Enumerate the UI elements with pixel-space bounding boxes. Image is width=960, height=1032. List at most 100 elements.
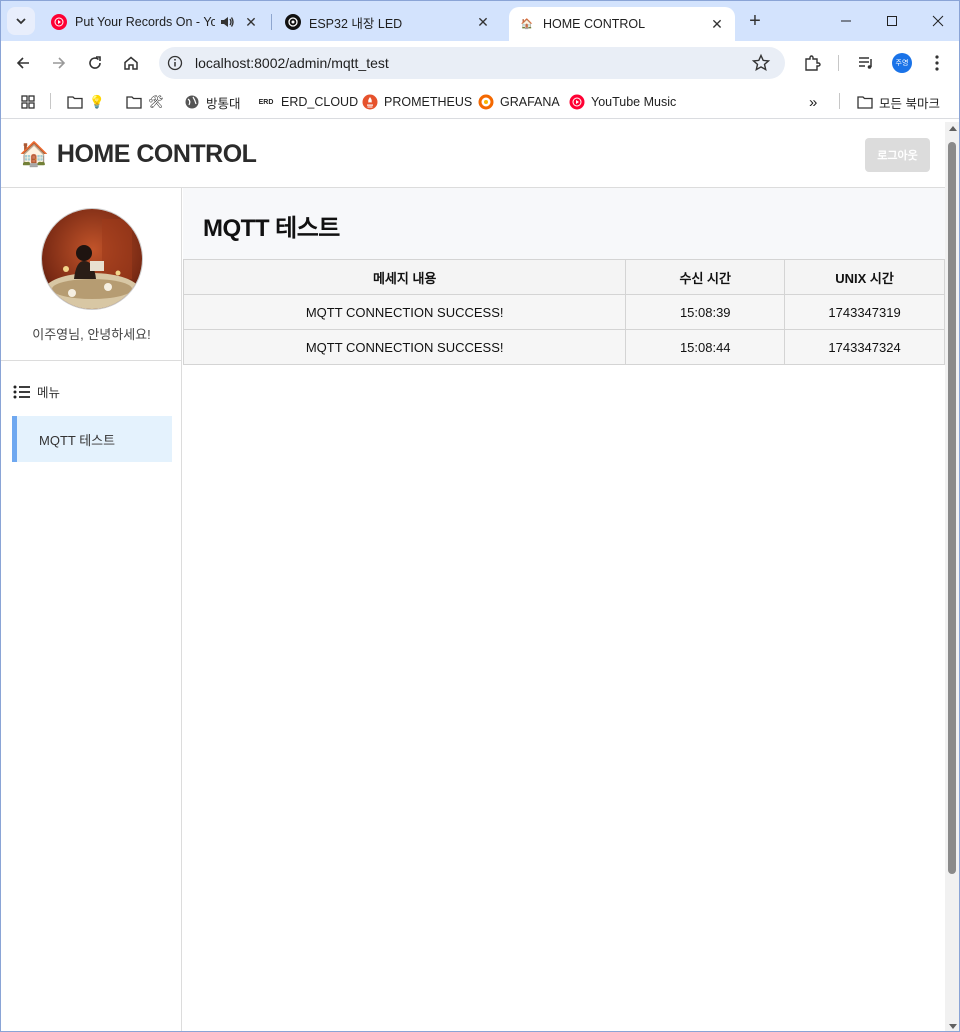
- bookmark-label: ERD_CLOUD: [281, 95, 359, 109]
- bookmark-folder-2[interactable]: 🛠: [126, 93, 164, 111]
- arrow-left-icon: [16, 57, 29, 69]
- bookmark-label: YouTube Music: [591, 95, 677, 109]
- back-button[interactable]: [9, 49, 37, 77]
- scroll-up-arrow-icon[interactable]: [949, 126, 957, 131]
- bookmark-youtube-music[interactable]: YouTube Music: [569, 93, 676, 111]
- close-icon[interactable]: ✕: [243, 14, 259, 30]
- house-icon: 🏠: [520, 18, 534, 30]
- sidebar-divider: [1, 360, 182, 361]
- bookmark-bangtongdae[interactable]: 방통대: [184, 93, 241, 111]
- table-row: MQTT CONNECTION SUCCESS! 15:08:44 174334…: [182, 329, 945, 365]
- bookmark-erd-cloud[interactable]: ERD ERD_CLOUD: [257, 93, 359, 111]
- cell-message: MQTT CONNECTION SUCCESS!: [182, 294, 627, 330]
- folder-icon: [857, 94, 873, 110]
- bookmark-divider: [50, 93, 51, 109]
- page-title: MQTT 테스트: [203, 215, 340, 242]
- home-icon: [124, 56, 138, 70]
- list-icon: [13, 385, 30, 398]
- grafana-icon: [478, 94, 494, 110]
- tab-title: ESP32 내장 LED: [309, 16, 403, 31]
- house-icon: 🏠: [19, 140, 49, 168]
- prometheus-icon: [362, 94, 378, 110]
- tab-youtube-music[interactable]: Put Your Records On - Yo ✕: [41, 7, 269, 37]
- logout-button[interactable]: 로그아웃: [865, 138, 930, 172]
- bookmark-divider: [839, 93, 840, 109]
- tab-strip: Put Your Records On - Yo ✕ ESP32 내장 LED …: [1, 1, 959, 41]
- page-scrollbar[interactable]: [945, 122, 959, 1031]
- browser-menu-button[interactable]: [925, 51, 949, 75]
- scrollbar-thumb[interactable]: [948, 142, 956, 874]
- menu-heading: 메뉴: [13, 382, 60, 401]
- column-header-received-time: 수신 시간: [625, 259, 786, 295]
- cell-unix-time: 1743347319: [784, 294, 945, 330]
- bookmark-label: PROMETHEUS: [384, 95, 473, 109]
- bookmark-star-icon[interactable]: [751, 53, 771, 73]
- address-bar[interactable]: localhost:8002/admin/mqtt_test: [159, 47, 785, 79]
- sidebar-item-mqtt-test[interactable]: MQTT 테스트: [12, 416, 172, 462]
- forward-button[interactable]: [45, 49, 73, 77]
- browser-window: Put Your Records On - Yo ✕ ESP32 내장 LED …: [0, 0, 960, 1032]
- extensions-button[interactable]: [800, 51, 824, 75]
- playlist-icon: [859, 57, 872, 69]
- bookmark-grafana[interactable]: GRAFANA: [478, 93, 560, 111]
- tab-esp32[interactable]: ESP32 내장 LED ✕: [275, 7, 501, 37]
- home-button[interactable]: [117, 49, 145, 77]
- table-row: MQTT CONNECTION SUCCESS! 15:08:39 174334…: [182, 294, 945, 330]
- apps-button[interactable]: [20, 93, 36, 111]
- brand[interactable]: 🏠 HOME CONTROL: [19, 140, 257, 169]
- brand-title: HOME CONTROL: [56, 140, 257, 168]
- menu-heading-label: 메뉴: [37, 386, 61, 400]
- tab-divider: [271, 14, 272, 30]
- puzzle-icon: [805, 55, 821, 71]
- sidebar-item-label: MQTT 테스트: [39, 432, 116, 448]
- youtube-music-icon: [51, 14, 67, 30]
- site-info-icon[interactable]: [167, 55, 183, 71]
- chevron-double-right-icon: »: [809, 93, 818, 111]
- tab-title: Put Your Records On - Yo: [75, 15, 215, 29]
- url-text[interactable]: localhost:8002/admin/mqtt_test: [195, 55, 389, 71]
- plus-icon: +: [749, 9, 761, 32]
- arrow-right-icon: [53, 57, 66, 69]
- chevron-down-icon: [16, 18, 26, 25]
- all-bookmarks-folder[interactable]: 모든 북마크: [857, 93, 940, 111]
- bookmark-label: 💡: [89, 94, 105, 109]
- column-header-unix-time: UNIX 시간: [784, 259, 945, 295]
- close-icon[interactable]: ✕: [709, 16, 725, 32]
- sidebar: 이주영님, 안녕하세요! 메뉴 MQTT 테스트: [1, 188, 182, 1031]
- bookmark-label: GRAFANA: [500, 95, 560, 109]
- message-table: 메세지 내용 수신 시간 UNIX 시간 MQTT CONNECTION SUC…: [182, 259, 945, 365]
- new-tab-button[interactable]: +: [743, 9, 767, 33]
- folder-icon: [126, 94, 142, 110]
- openai-icon: [285, 14, 301, 30]
- minimize-icon: [841, 20, 851, 22]
- bookmark-prometheus[interactable]: PROMETHEUS: [362, 93, 472, 111]
- tab-search-button[interactable]: [7, 7, 35, 35]
- tab-home-control[interactable]: 🏠 HOME CONTROL ✕: [509, 7, 735, 41]
- avatar: [41, 208, 143, 310]
- youtube-music-icon: [569, 94, 585, 110]
- more-vertical-icon: [935, 55, 939, 71]
- scroll-down-arrow-icon[interactable]: [949, 1024, 957, 1029]
- minimize-button[interactable]: [823, 1, 869, 41]
- bookmark-label: 🛠: [148, 94, 164, 109]
- toolbar-divider: [838, 55, 839, 71]
- reload-button[interactable]: [81, 49, 109, 77]
- window-close-button[interactable]: [915, 1, 959, 41]
- maximize-button[interactable]: [869, 1, 915, 41]
- cell-received-time: 15:08:44: [625, 329, 786, 365]
- bookmark-folder-1[interactable]: 💡: [67, 93, 105, 111]
- main-content: MQTT 테스트 메세지 내용 수신 시간 UNIX 시간 MQTT CONNE…: [182, 188, 945, 1031]
- apps-grid-icon: [21, 95, 35, 109]
- speaker-icon[interactable]: [219, 14, 235, 33]
- profile-avatar[interactable]: 주영: [892, 53, 912, 73]
- more-bookmarks-button[interactable]: »: [809, 93, 817, 111]
- maximize-icon: [887, 16, 897, 26]
- cell-received-time: 15:08:39: [625, 294, 786, 330]
- close-icon[interactable]: ✕: [475, 14, 491, 30]
- bookmark-label: 방통대: [206, 96, 241, 111]
- table-header-row: 메세지 내용 수신 시간 UNIX 시간: [182, 259, 945, 295]
- page-viewport: 🏠 HOME CONTROL 로그아웃 이주영님, 안녕하세요! 메뉴 MQTT…: [1, 122, 945, 1031]
- erd-icon: ERD: [258, 98, 274, 106]
- page-header: MQTT 테스트: [183, 188, 945, 259]
- media-controls-button[interactable]: [854, 51, 878, 75]
